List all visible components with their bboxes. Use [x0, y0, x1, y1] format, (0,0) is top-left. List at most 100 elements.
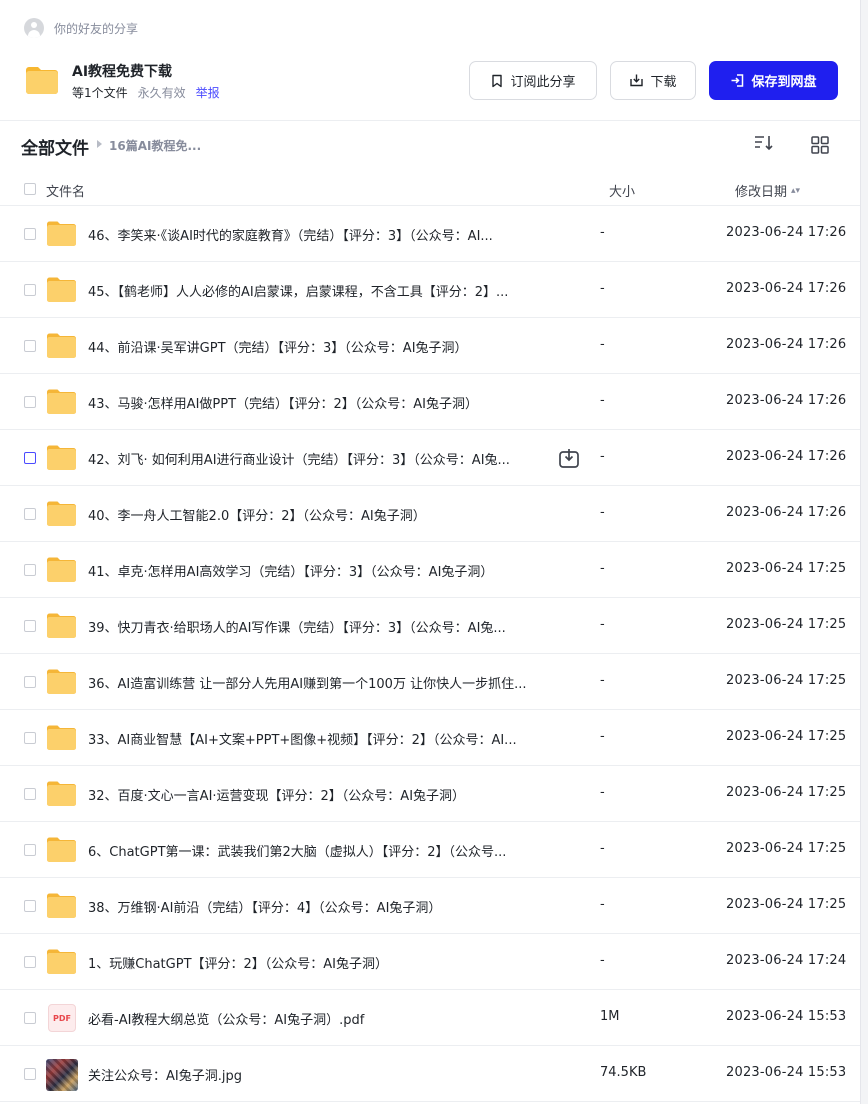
subscribe-label: 订阅此分享 [510, 75, 576, 90]
file-row[interactable]: 41、卓克·怎样用AI高效学习（完结）【评分：3】（公众号：AI兔子洞） - 202… [0, 542, 860, 598]
file-row[interactable]: 32、百度·文心一言AI·运营变现【评分：2】（公众号：AI兔子洞） - 2023-… [0, 766, 860, 822]
file-name[interactable]: 关注公众号：AI兔子洞.jpg [88, 1065, 242, 1084]
share-page: 你的好友的分享 AI教程免费下载 等1个文件 永久有效 举报 订阅此分享 下载 … [0, 0, 860, 1104]
folder-icon [47, 893, 76, 918]
row-checkbox[interactable] [24, 900, 36, 912]
file-date: 2023-06-24 17:25 [726, 897, 847, 912]
file-name[interactable]: 39、快刀青衣·给职场人的AI写作课（完结）【评分：3】（公众号：AI兔... [88, 617, 506, 636]
report-link[interactable]: 举报 [196, 84, 220, 101]
folder-icon [47, 725, 76, 750]
file-date: 2023-06-24 17:24 [726, 953, 847, 968]
file-date: 2023-06-24 15:53 [726, 1009, 847, 1024]
row-checkbox[interactable] [24, 564, 36, 576]
file-name[interactable]: 43、马骏·怎样用AI做PPT（完结）【评分：2】（公众号：AI兔子洞） [88, 393, 478, 412]
row-checkbox[interactable] [24, 228, 36, 240]
share-meta: 等1个文件 永久有效 举报 [72, 84, 220, 101]
file-row[interactable]: 39、快刀青衣·给职场人的AI写作课（完结）【评分：3】（公众号：AI兔... -… [0, 598, 860, 654]
file-row[interactable]: 40、李一舟人工智能2.0【评分：2】（公众号：AI兔子洞） - 2023-06-2… [0, 486, 860, 542]
divider [0, 120, 860, 121]
row-checkbox[interactable] [24, 676, 36, 688]
column-size: 大小 [609, 185, 636, 200]
file-date: 2023-06-24 17:25 [726, 617, 847, 632]
folder-icon [47, 221, 76, 246]
file-date: 2023-06-24 17:25 [726, 729, 847, 744]
file-row[interactable]: 6、ChatGPT第一课：武装我们第2大脑（虚拟人）【评分：2】（公众号... -… [0, 822, 860, 878]
file-size: - [600, 785, 605, 800]
file-size: - [600, 897, 605, 912]
file-name[interactable]: 40、李一舟人工智能2.0【评分：2】（公众号：AI兔子洞） [88, 505, 426, 524]
row-checkbox[interactable] [24, 1068, 36, 1080]
file-name[interactable]: 45、【鹤老师】人人必修的AI启蒙课，启蒙课程，不含工具【评分：2】... [88, 281, 508, 300]
file-row[interactable]: 关注公众号：AI兔子洞.jpg 74.5KB 2023-06-24 15:53 [0, 1046, 860, 1102]
folder-icon [47, 277, 76, 302]
sort-icon[interactable] [753, 133, 775, 153]
file-size: 74.5KB [600, 1065, 647, 1080]
file-row[interactable]: 38、万维钢·AI前沿（完结）【评分：4】（公众号：AI兔子洞） - 2023-06… [0, 878, 860, 934]
folder-icon [47, 445, 76, 470]
file-size: - [600, 673, 605, 688]
row-checkbox[interactable] [24, 508, 36, 520]
file-row[interactable]: 42、刘飞· 如何利用AI进行商业设计（完结）【评分：3】（公众号：AI兔...… [0, 430, 860, 486]
row-checkbox[interactable] [24, 620, 36, 632]
folder-icon [47, 781, 76, 806]
row-checkbox[interactable] [24, 732, 36, 744]
file-row[interactable]: 33、AI商业智慧【AI+文案+PPT+图像+视频】【评分：2】（公众号：AI.… [0, 710, 860, 766]
row-checkbox[interactable] [24, 788, 36, 800]
file-date: 2023-06-24 15:53 [726, 1065, 847, 1080]
folder-icon [47, 949, 76, 974]
validity: 永久有效 [137, 86, 186, 100]
subscribe-button[interactable]: 订阅此分享 [469, 61, 597, 100]
image-thumbnail [46, 1059, 78, 1091]
row-checkbox[interactable] [24, 844, 36, 856]
file-row[interactable]: 44、前沿课·吴军讲GPT（完结）【评分：3】（公众号：AI兔子洞） - 2023-… [0, 318, 860, 374]
select-all-checkbox[interactable] [24, 183, 36, 195]
file-name[interactable]: 1、玩赚ChatGPT【评分：2】（公众号：AI兔子洞） [88, 953, 388, 972]
row-checkbox[interactable] [24, 956, 36, 968]
file-name[interactable]: 41、卓克·怎样用AI高效学习（完结）【评分：3】（公众号：AI兔子洞） [88, 561, 493, 580]
user-avatar-icon [24, 18, 44, 38]
file-name[interactable]: 46、李笑来·《谈AI时代的家庭教育》（完结）【评分：3】（公众号：AI... [88, 225, 493, 244]
file-size: - [600, 617, 605, 632]
download-label: 下载 [650, 75, 677, 90]
row-download-icon[interactable] [558, 447, 580, 469]
row-checkbox[interactable] [24, 1012, 36, 1024]
file-table-header: 文件名 大小 修改日期 ▴▾ [0, 172, 860, 206]
save-icon [731, 74, 744, 87]
file-date: 2023-06-24 17:25 [726, 841, 847, 856]
scrollbar[interactable] [860, 0, 868, 1104]
sharer-text: 你的好友的分享 [54, 21, 139, 36]
file-size: - [600, 729, 605, 744]
file-size: - [600, 561, 605, 576]
file-row[interactable]: 1、玩赚ChatGPT【评分：2】（公众号：AI兔子洞） - 2023-06-24 … [0, 934, 860, 990]
file-row[interactable]: 43、马骏·怎样用AI做PPT（完结）【评分：2】（公众号：AI兔子洞） - 202… [0, 374, 860, 430]
column-date[interactable]: 修改日期 ▴▾ [735, 181, 800, 200]
folder-icon [47, 333, 76, 358]
save-label: 保存到网盘 [751, 75, 817, 90]
file-name[interactable]: 必看-AI教程大纲总览（公众号：AI兔子洞）.pdf [88, 1009, 364, 1028]
breadcrumb-separator-icon [97, 140, 102, 148]
file-name[interactable]: 42、刘飞· 如何利用AI进行商业设计（完结）【评分：3】（公众号：AI兔... [88, 449, 510, 468]
row-checkbox[interactable] [24, 396, 36, 408]
save-to-disk-button[interactable]: 保存到网盘 [709, 61, 838, 100]
file-row[interactable]: PDF 必看-AI教程大纲总览（公众号：AI兔子洞）.pdf 1M 2023-06-2… [0, 990, 860, 1046]
folder-icon [47, 837, 76, 862]
row-checkbox[interactable] [24, 340, 36, 352]
file-name[interactable]: 38、万维钢·AI前沿（完结）【评分：4】（公众号：AI兔子洞） [88, 897, 441, 916]
bookmark-icon [492, 74, 503, 87]
file-row[interactable]: 36、AI造富训练营 让一部分人先用AI赚到第一个100万 让你快人一步抓住..… [0, 654, 860, 710]
file-name[interactable]: 6、ChatGPT第一课：武装我们第2大脑（虚拟人）【评分：2】（公众号... [88, 841, 506, 860]
file-name[interactable]: 44、前沿课·吴军讲GPT（完结）【评分：3】（公众号：AI兔子洞） [88, 337, 468, 356]
download-button[interactable]: 下载 [610, 61, 696, 100]
file-row[interactable]: 45、【鹤老师】人人必修的AI启蒙课，启蒙课程，不含工具【评分：2】... - 20… [0, 262, 860, 318]
file-name[interactable]: 36、AI造富训练营 让一部分人先用AI赚到第一个100万 让你快人一步抓住..… [88, 673, 526, 692]
file-name[interactable]: 33、AI商业智慧【AI+文案+PPT+图像+视频】【评分：2】（公众号：AI.… [88, 729, 517, 748]
file-row[interactable]: 46、李笑来·《谈AI时代的家庭教育》（完结）【评分：3】（公众号：AI... -… [0, 206, 860, 262]
file-count: 等1个文件 [72, 86, 128, 100]
grid-view-icon[interactable] [811, 136, 829, 154]
row-checkbox[interactable] [24, 284, 36, 296]
breadcrumb-root[interactable]: 全部文件 [21, 134, 89, 159]
row-checkbox[interactable] [24, 452, 36, 464]
file-size: - [600, 225, 605, 240]
pdf-file-icon: PDF [48, 1004, 76, 1032]
file-name[interactable]: 32、百度·文心一言AI·运营变现【评分：2】（公众号：AI兔子洞） [88, 785, 465, 804]
